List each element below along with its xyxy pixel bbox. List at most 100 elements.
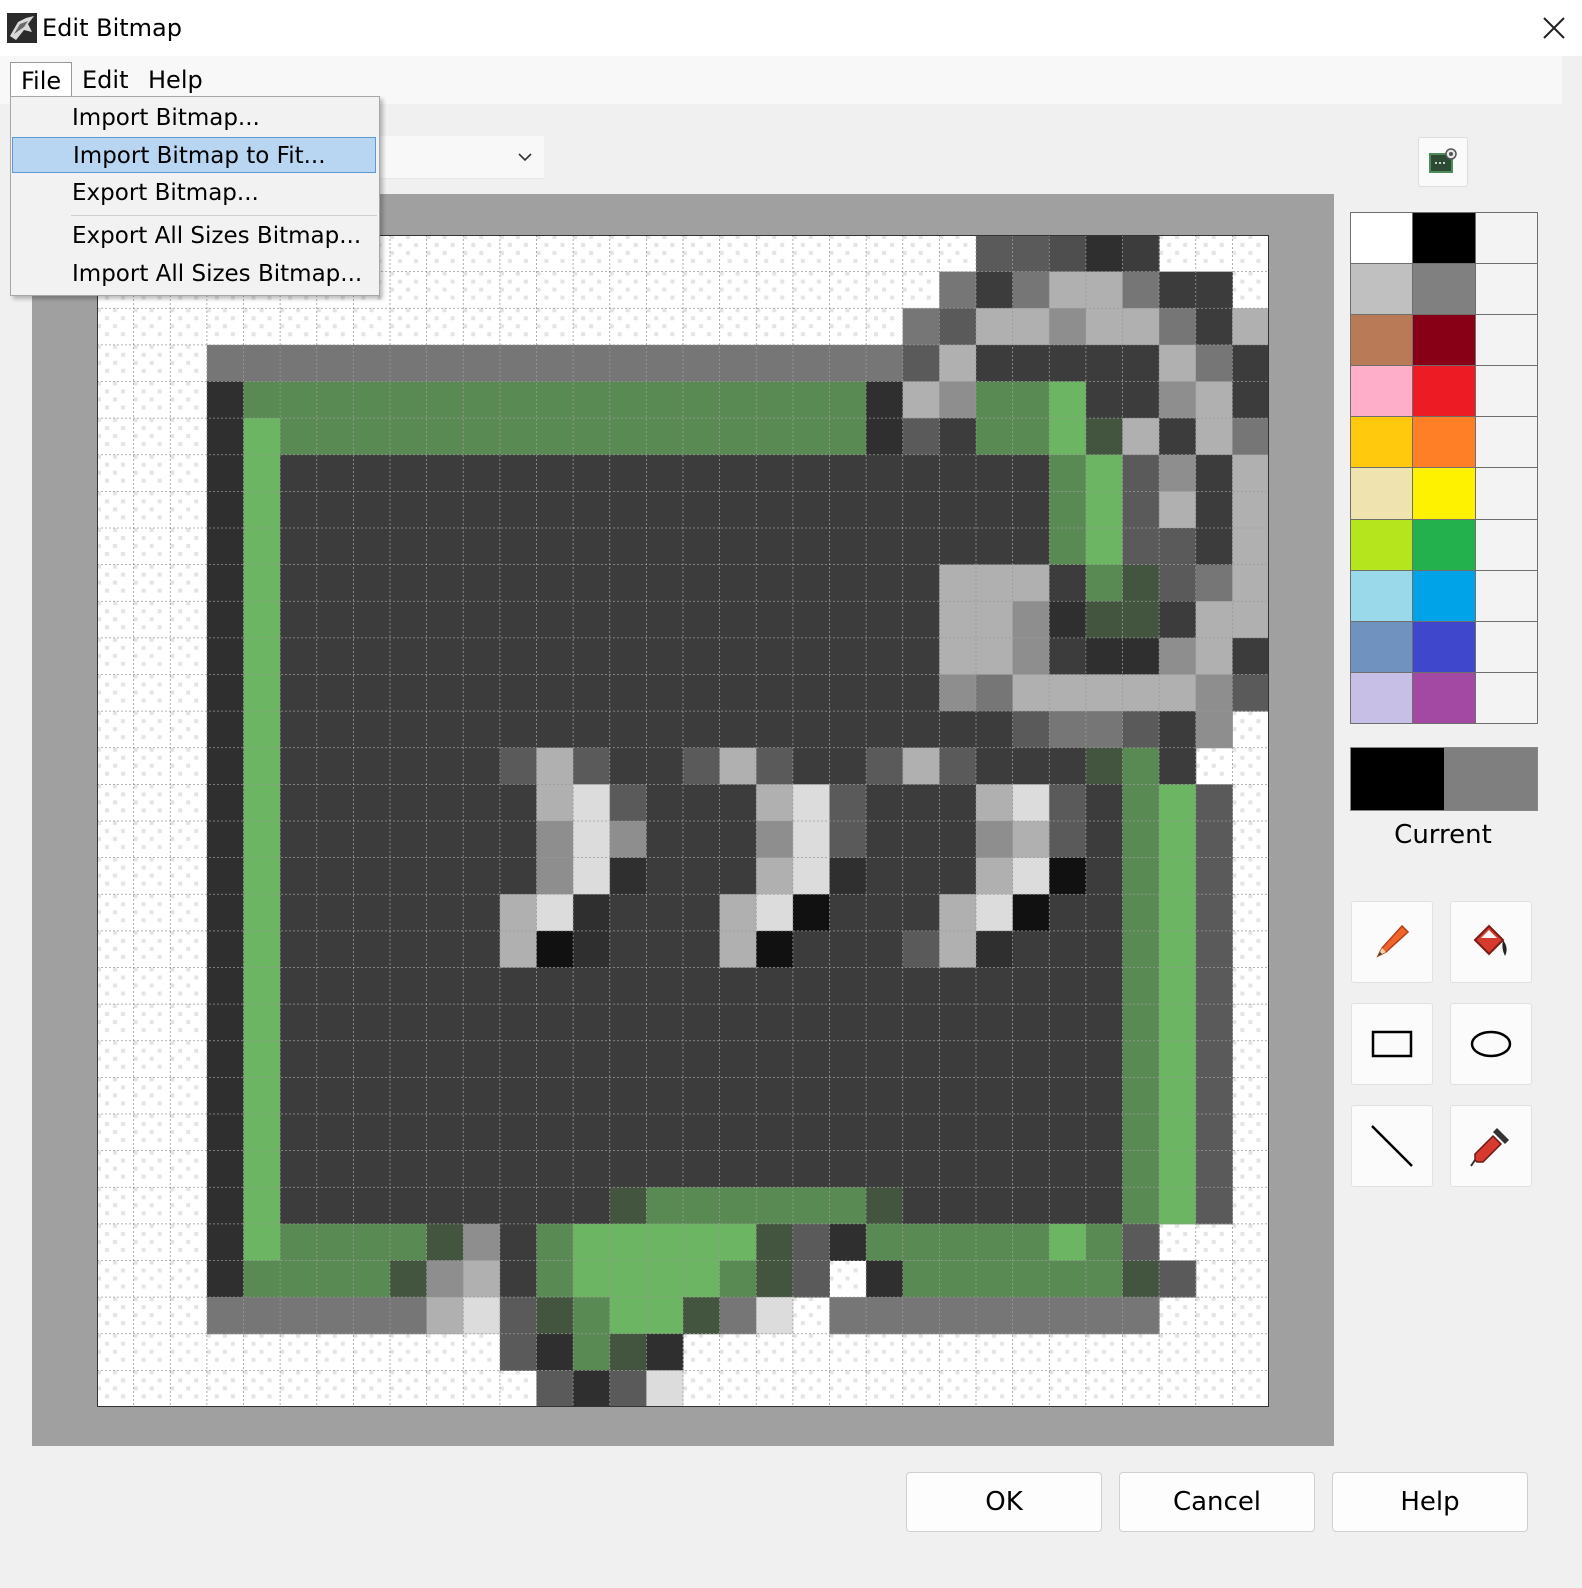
pixel[interactable] bbox=[1122, 1114, 1160, 1152]
pixel[interactable] bbox=[683, 564, 721, 602]
pixel[interactable] bbox=[609, 967, 647, 1005]
pixel[interactable] bbox=[719, 637, 757, 675]
pixel[interactable] bbox=[353, 747, 391, 785]
pixel[interactable] bbox=[683, 1004, 721, 1042]
pixel[interactable] bbox=[829, 711, 867, 749]
pixel[interactable] bbox=[353, 1040, 391, 1078]
pixel[interactable] bbox=[646, 747, 684, 785]
pixel[interactable] bbox=[976, 1004, 1014, 1042]
pixel[interactable] bbox=[976, 601, 1014, 639]
pixel[interactable] bbox=[463, 1004, 501, 1042]
pixel[interactable] bbox=[1159, 491, 1197, 529]
pixel[interactable] bbox=[1085, 308, 1123, 346]
pixel[interactable] bbox=[1159, 711, 1197, 749]
pixel[interactable] bbox=[1085, 1004, 1123, 1042]
pixel[interactable] bbox=[206, 674, 244, 712]
pixel[interactable] bbox=[902, 454, 940, 492]
pixel[interactable] bbox=[1195, 821, 1233, 859]
pixel[interactable] bbox=[1085, 674, 1123, 712]
pixel[interactable] bbox=[316, 381, 354, 419]
pixel[interactable] bbox=[902, 1187, 940, 1225]
pixel[interactable] bbox=[756, 1150, 794, 1188]
pixel[interactable] bbox=[829, 491, 867, 529]
pixel[interactable] bbox=[829, 857, 867, 895]
pixel[interactable] bbox=[573, 1187, 611, 1225]
pixel[interactable] bbox=[756, 491, 794, 529]
pixel[interactable] bbox=[1122, 491, 1160, 529]
pixel[interactable] bbox=[573, 1260, 611, 1298]
pixel[interactable] bbox=[1159, 528, 1197, 566]
pixel[interactable] bbox=[719, 528, 757, 566]
pixel[interactable] bbox=[280, 1040, 318, 1078]
pixel[interactable] bbox=[426, 564, 464, 602]
pixel[interactable] bbox=[463, 930, 501, 968]
pixel[interactable] bbox=[683, 1077, 721, 1115]
pixel[interactable] bbox=[206, 528, 244, 566]
pixel[interactable] bbox=[939, 1297, 977, 1335]
pixel[interactable] bbox=[1049, 1004, 1087, 1042]
pixel[interactable] bbox=[1159, 857, 1197, 895]
pixel[interactable] bbox=[243, 454, 281, 492]
pixel[interactable] bbox=[353, 930, 391, 968]
pixel[interactable] bbox=[316, 747, 354, 785]
pixel[interactable] bbox=[609, 1260, 647, 1298]
pixel[interactable] bbox=[1159, 1004, 1197, 1042]
pixel[interactable] bbox=[573, 674, 611, 712]
pixel[interactable] bbox=[206, 1223, 244, 1261]
pixel[interactable] bbox=[353, 1223, 391, 1261]
pixel[interactable] bbox=[390, 1223, 428, 1261]
pixel[interactable] bbox=[206, 381, 244, 419]
pixel[interactable] bbox=[573, 491, 611, 529]
pixel[interactable] bbox=[206, 857, 244, 895]
pixel[interactable] bbox=[1085, 1297, 1123, 1335]
pixel[interactable] bbox=[866, 418, 904, 456]
pixel[interactable] bbox=[499, 711, 537, 749]
palette-swatch[interactable] bbox=[1351, 366, 1413, 417]
pixel[interactable] bbox=[1122, 271, 1160, 309]
pixel[interactable] bbox=[463, 381, 501, 419]
pixel[interactable] bbox=[1122, 637, 1160, 675]
pixel[interactable] bbox=[1159, 1150, 1197, 1188]
pixel[interactable] bbox=[280, 711, 318, 749]
pixel[interactable] bbox=[792, 857, 830, 895]
pixel[interactable] bbox=[206, 1004, 244, 1042]
pixel[interactable] bbox=[426, 381, 464, 419]
pixel[interactable] bbox=[573, 637, 611, 675]
pixel[interactable] bbox=[280, 857, 318, 895]
pixel[interactable] bbox=[1122, 674, 1160, 712]
pixel[interactable] bbox=[1012, 528, 1050, 566]
pixel[interactable] bbox=[280, 418, 318, 456]
pixel[interactable] bbox=[1012, 1150, 1050, 1188]
pixel[interactable] bbox=[1159, 674, 1197, 712]
pixel[interactable] bbox=[1049, 1040, 1087, 1078]
pixel[interactable] bbox=[536, 601, 574, 639]
menu-edit[interactable]: Edit bbox=[72, 62, 138, 98]
pixel[interactable] bbox=[426, 454, 464, 492]
pixel[interactable] bbox=[1012, 1040, 1050, 1078]
pixel[interactable] bbox=[866, 821, 904, 859]
pixel[interactable] bbox=[646, 967, 684, 1005]
pixel[interactable] bbox=[829, 1040, 867, 1078]
pixel[interactable] bbox=[1232, 601, 1269, 639]
pixel[interactable] bbox=[1122, 821, 1160, 859]
pixel[interactable] bbox=[573, 1004, 611, 1042]
pixel[interactable] bbox=[426, 344, 464, 382]
pixel[interactable] bbox=[1049, 418, 1087, 456]
pixel[interactable] bbox=[976, 1260, 1014, 1298]
pixel[interactable] bbox=[426, 1223, 464, 1261]
pixel[interactable] bbox=[353, 1260, 391, 1298]
pixel[interactable] bbox=[902, 491, 940, 529]
pixel[interactable] bbox=[1085, 1260, 1123, 1298]
pixel[interactable] bbox=[536, 1297, 574, 1335]
pixel[interactable] bbox=[1049, 235, 1087, 273]
pixel[interactable] bbox=[390, 967, 428, 1005]
rectangle-tool[interactable] bbox=[1351, 1003, 1433, 1085]
pixel[interactable] bbox=[1049, 308, 1087, 346]
pixel[interactable] bbox=[499, 747, 537, 785]
pixel[interactable] bbox=[609, 784, 647, 822]
pixel[interactable] bbox=[1085, 1077, 1123, 1115]
pixel[interactable] bbox=[499, 1114, 537, 1152]
pixel[interactable] bbox=[463, 1297, 501, 1335]
palette-swatch-empty[interactable] bbox=[1475, 366, 1537, 417]
pixel[interactable] bbox=[353, 821, 391, 859]
